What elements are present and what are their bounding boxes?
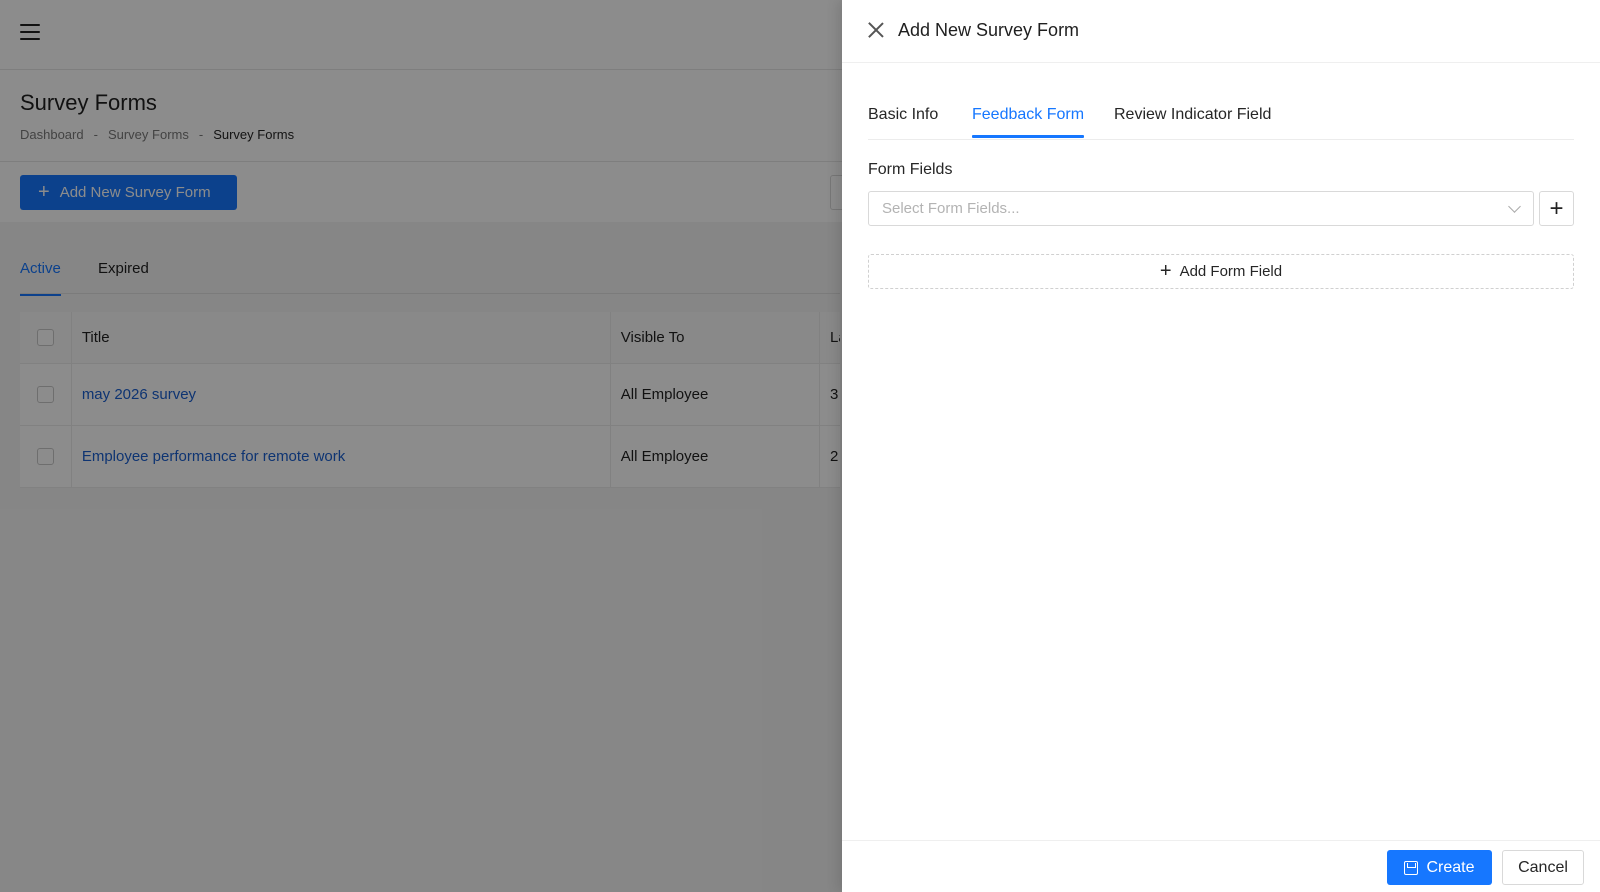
- close-icon[interactable]: [868, 22, 884, 38]
- add-option-button[interactable]: +: [1539, 191, 1574, 226]
- chevron-down-icon: [1508, 200, 1521, 213]
- add-form-field-label: Add Form Field: [1179, 263, 1283, 280]
- create-button[interactable]: Create: [1387, 850, 1492, 885]
- select-placeholder: Select Form Fields...: [882, 200, 1020, 217]
- drawer-header: Add New Survey Form: [842, 0, 1600, 63]
- plus-icon: +: [1549, 194, 1564, 222]
- plus-icon: +: [1159, 259, 1172, 282]
- tab-feedback-form[interactable]: Feedback Form: [972, 106, 1085, 138]
- add-form-field-button[interactable]: + Add Form Field: [868, 254, 1574, 289]
- create-label: Create: [1426, 858, 1475, 876]
- cancel-button[interactable]: Cancel: [1502, 850, 1584, 885]
- save-icon: [1404, 860, 1419, 875]
- add-survey-drawer: Add New Survey Form Basic Info Feedback …: [842, 0, 1600, 892]
- drawer-tabs: Basic Info Feedback Form Review Indicato…: [868, 94, 1574, 140]
- tab-basic-info[interactable]: Basic Info: [868, 106, 938, 124]
- drawer-footer: Create Cancel: [842, 840, 1600, 892]
- drawer-title: Add New Survey Form: [898, 20, 1080, 40]
- form-fields-select[interactable]: Select Form Fields...: [868, 191, 1534, 226]
- tab-review-indicator-field[interactable]: Review Indicator Field: [1114, 106, 1271, 124]
- form-fields-label: Form Fields: [868, 161, 953, 178]
